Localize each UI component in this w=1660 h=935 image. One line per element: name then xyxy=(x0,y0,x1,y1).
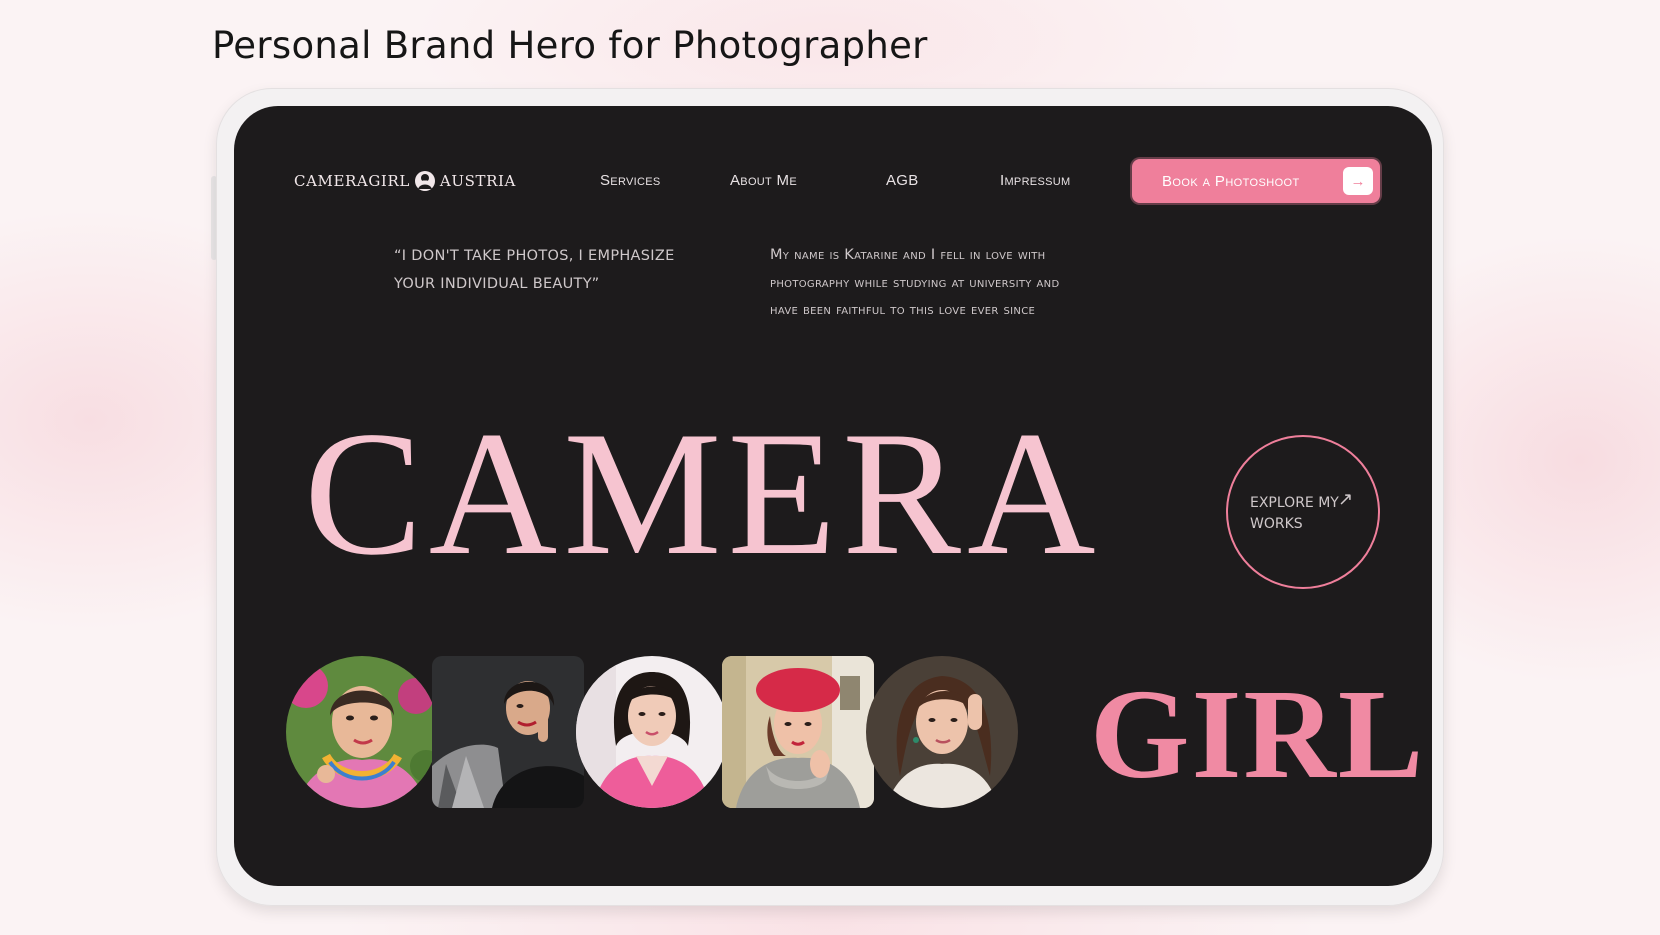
book-photoshoot-button[interactable]: Book a Photoshoot → xyxy=(1132,159,1380,203)
arrow-up-right-icon: ↗ xyxy=(1338,489,1354,509)
hero-bio: My name is Katarine and I fell in love w… xyxy=(770,247,1060,318)
arrow-right-icon: → xyxy=(1343,167,1373,195)
gallery-photo-5[interactable] xyxy=(866,656,1018,808)
logo-text-left: CAMERAGIRL xyxy=(294,172,410,190)
nav-about-me[interactable]: About Me xyxy=(730,172,797,189)
gallery-photo-3[interactable] xyxy=(576,656,728,808)
book-photoshoot-label: Book a Photoshoot xyxy=(1162,172,1300,190)
gallery-photo-1[interactable] xyxy=(286,656,438,808)
camera-girl-logo-icon xyxy=(414,170,436,192)
headline-girl: GIRL xyxy=(1090,663,1426,805)
explore-works-label: EXPLORE MY WORKS xyxy=(1250,495,1339,532)
website-screen: CAMERAGIRL AUSTRIA Services About Me AGB… xyxy=(234,106,1432,886)
nav-impressum[interactable]: Impressum xyxy=(1000,172,1070,189)
headline-camera: CAMERA xyxy=(304,394,1102,592)
nav-agb[interactable]: AGB xyxy=(886,172,919,189)
logo-text-right: AUSTRIA xyxy=(439,172,516,190)
nav-services[interactable]: Services xyxy=(600,172,661,189)
explore-works-button[interactable]: EXPLORE MY WORKS ↗ xyxy=(1226,435,1380,589)
brand-logo[interactable]: CAMERAGIRL AUSTRIA xyxy=(294,170,516,192)
gallery-photo-4[interactable] xyxy=(722,656,874,808)
gallery-photo-2[interactable] xyxy=(432,656,584,808)
page-heading: Personal Brand Hero for Photographer xyxy=(212,24,928,67)
hero-quote: “I don't take photos, I emphasize your i… xyxy=(394,248,675,292)
